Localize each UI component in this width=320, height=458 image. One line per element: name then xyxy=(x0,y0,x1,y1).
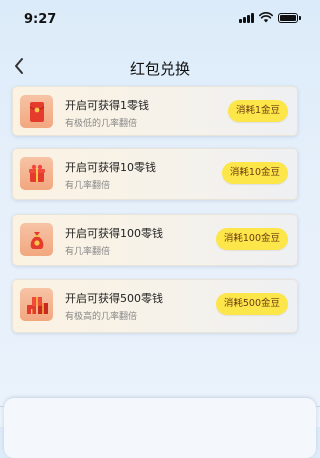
card-title: 开启可获得1零钱 xyxy=(65,99,149,112)
card-subtitle: 有几率翻倍 xyxy=(65,247,111,257)
exchange-card: 开启可获得100零钱 有几率翻倍 消耗100金豆 xyxy=(12,214,298,266)
signal-icon xyxy=(239,12,254,23)
card-title: 开启可获得10零钱 xyxy=(65,161,156,174)
nav-bar: 红包兑换 xyxy=(0,50,320,82)
card-subtitle: 有几率翻倍 xyxy=(65,181,111,191)
gift-pile-icon xyxy=(20,288,53,321)
exchange-card: 开启可获得1零钱 有极低的几率翻倍 消耗1金豆 xyxy=(12,86,298,136)
status-bar: 9:27 xyxy=(0,0,320,36)
battery-icon xyxy=(278,12,301,23)
exchange-list: 开启可获得1零钱 有极低的几率翻倍 消耗1金豆 开启可获得10零钱 有几率翻倍 … xyxy=(12,86,298,345)
money-bag-icon xyxy=(20,223,53,256)
card-subtitle: 有极高的几率翻倍 xyxy=(65,312,138,322)
card-title: 开启可获得100零钱 xyxy=(65,227,163,240)
exchange-button[interactable]: 消耗1金豆 xyxy=(227,100,288,122)
exchange-card: 开启可获得10零钱 有几率翻倍 消耗10金豆 xyxy=(12,148,298,200)
exchange-button[interactable]: 消耗10金豆 xyxy=(221,162,288,184)
exchange-button[interactable]: 消耗500金豆 xyxy=(215,293,288,315)
page-title: 红包兑换 xyxy=(129,60,190,78)
gift-box-icon xyxy=(20,157,53,190)
status-icons xyxy=(239,12,301,23)
card-title: 开启可获得500零钱 xyxy=(65,292,163,305)
status-time: 9:27 xyxy=(24,12,57,27)
exchange-card: 开启可获得500零钱 有极高的几率翻倍 消耗500金豆 xyxy=(12,279,298,333)
card-subtitle: 有极低的几率翻倍 xyxy=(65,119,138,129)
exchange-button[interactable]: 消耗100金豆 xyxy=(215,228,288,250)
red-envelope-icon xyxy=(20,95,53,128)
bottom-panel xyxy=(4,398,316,458)
wifi-icon xyxy=(259,12,273,23)
